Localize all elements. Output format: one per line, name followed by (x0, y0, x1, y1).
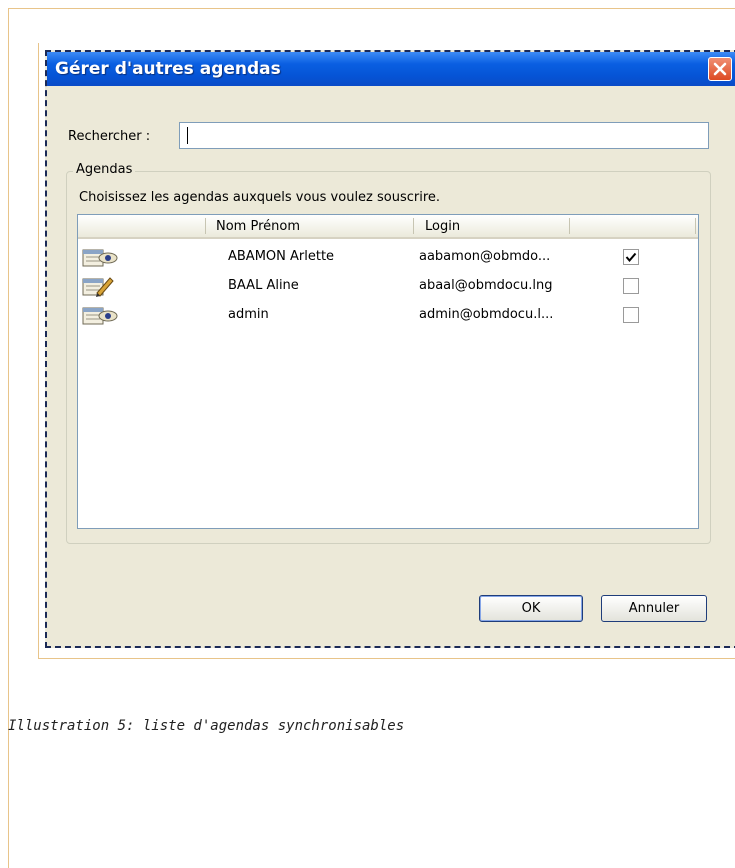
row-login: abaal@obmdocu.lng (419, 278, 553, 293)
figure-caption: Illustration 5: liste d'agendas synchron… (8, 718, 405, 734)
subscribe-checkbox[interactable] (623, 249, 639, 265)
row-login: admin@obmdocu.l... (419, 307, 554, 322)
manage-calendars-dialog: Gérer d'autres agendas Rechercher : Agen… (45, 50, 735, 648)
check-icon (625, 252, 637, 263)
column-separator[interactable] (695, 218, 696, 234)
title-bar[interactable]: Gérer d'autres agendas (47, 52, 735, 86)
calendar-view-icon (82, 247, 118, 273)
subscribe-checkbox[interactable] (623, 307, 639, 323)
column-header-name[interactable]: Nom Prénom (216, 219, 300, 234)
table-row[interactable]: admin admin@obmdocu.l... (78, 303, 698, 329)
dialog-title: Gérer d'autres agendas (55, 59, 281, 79)
subscribe-checkbox[interactable] (623, 278, 639, 294)
search-input[interactable] (179, 122, 709, 149)
table-row[interactable]: BAAL Aline abaal@obmdocu.lng (78, 274, 698, 300)
column-header-login[interactable]: Login (425, 219, 460, 234)
column-separator[interactable] (569, 218, 570, 234)
cancel-button[interactable]: Annuler (601, 595, 707, 622)
calendar-edit-icon (82, 276, 118, 302)
instructions-text: Choisissez les agendas auxquels vous vou… (79, 190, 441, 205)
row-login: aabamon@obmdo... (419, 249, 551, 264)
text-caret (187, 127, 188, 144)
table-row[interactable]: ABAMON Arlette aabamon@obmdo... (78, 245, 698, 271)
close-button[interactable] (708, 57, 732, 81)
close-icon (713, 62, 727, 76)
column-separator[interactable] (413, 218, 414, 234)
calendar-list[interactable]: Nom Prénom Login ABAMON Arlette aabamon@… (77, 214, 699, 529)
list-header: Nom Prénom Login (78, 215, 698, 239)
agendas-group-legend: Agendas (73, 162, 136, 177)
row-name: BAAL Aline (228, 278, 299, 293)
row-name: admin (228, 307, 269, 322)
row-name: ABAMON Arlette (228, 249, 335, 264)
search-label: Rechercher : (68, 129, 151, 144)
calendar-view-icon (82, 305, 118, 331)
column-separator[interactable] (205, 218, 206, 234)
ok-button[interactable]: OK (479, 595, 583, 622)
